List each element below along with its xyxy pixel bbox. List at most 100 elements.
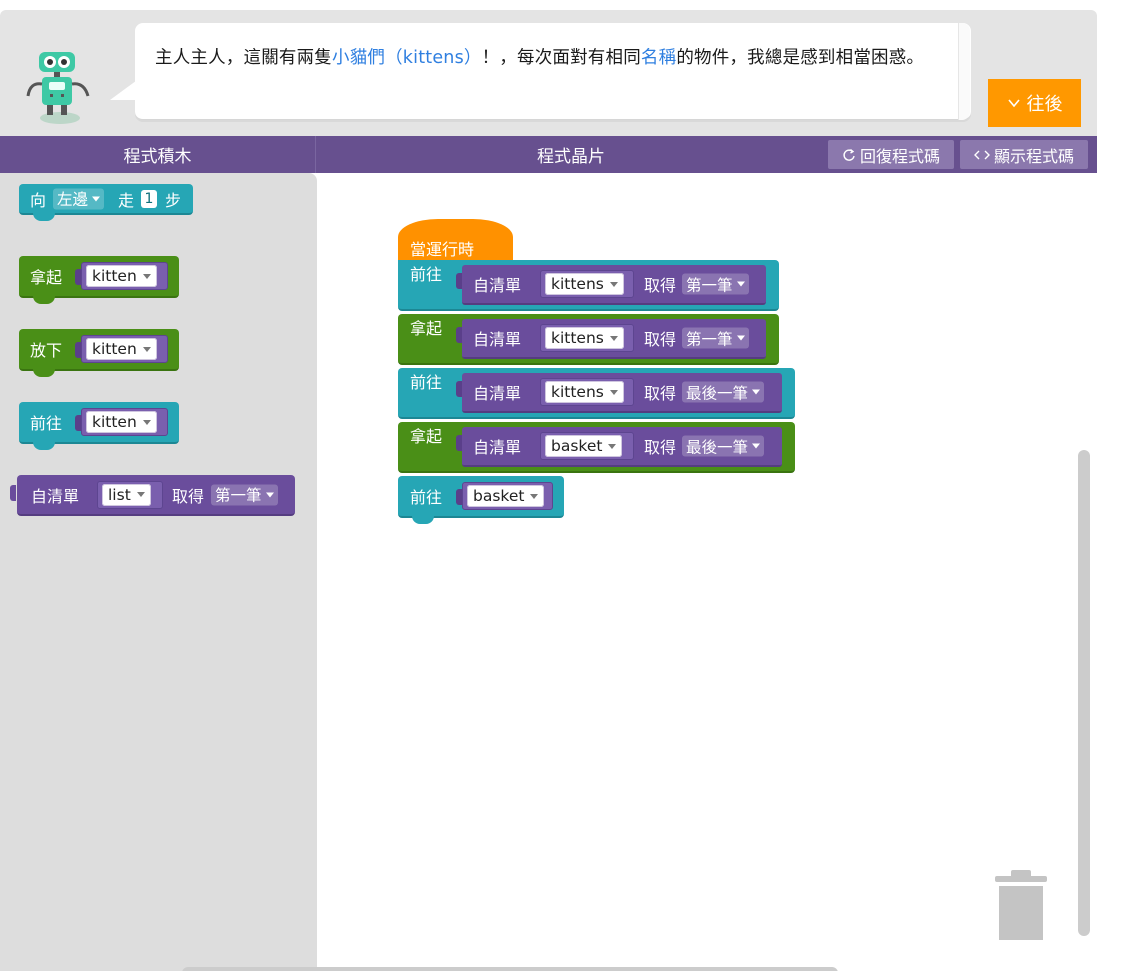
program-step-pickup[interactable]: 拿起 自清單 basket 取得 最後一筆: [398, 422, 795, 473]
list-get-label: 取得: [644, 330, 677, 349]
list-get-label: 取得: [644, 276, 677, 295]
block-connector: [33, 442, 55, 450]
putdown-label: 放下: [30, 341, 63, 360]
variable-slot: kitten: [81, 408, 168, 436]
variable-slot: kittens: [540, 324, 634, 352]
list-value: basket: [551, 437, 603, 455]
list-from-label: 自清單: [473, 330, 522, 349]
workspace-horizontal-scrollbar[interactable]: [182, 967, 838, 971]
show-code-label: 顯示程式碼: [993, 146, 1074, 166]
list-from-label: 自清單: [473, 438, 522, 457]
dropdown-arrow-icon: [265, 492, 274, 497]
position-dropdown[interactable]: 第一筆: [211, 484, 278, 505]
program-step-pickup[interactable]: 拿起 自清單 kittens 取得 第一筆: [398, 314, 779, 365]
list-get-expression[interactable]: 自清單 kittens 取得 第一筆: [462, 265, 766, 305]
variable-slot: kitten: [81, 335, 168, 363]
variable-slot: basket: [462, 482, 553, 510]
dropdown-arrow-icon: [609, 335, 618, 341]
step-action: 前往: [410, 264, 443, 284]
program-step-goto[interactable]: 前往 basket: [398, 476, 564, 524]
list-value: kittens: [551, 329, 604, 347]
step-action: 前往: [410, 488, 443, 507]
list-from-label: 自清單: [473, 276, 522, 295]
dropdown-arrow-icon: [142, 419, 151, 425]
position-dropdown[interactable]: 最後一筆: [682, 381, 765, 403]
item-dropdown[interactable]: basket: [467, 485, 545, 507]
move-prefix: 向: [30, 190, 47, 210]
position-value: 最後一筆: [686, 384, 749, 402]
reset-icon: [843, 148, 855, 161]
list-dropdown[interactable]: kittens: [545, 327, 624, 349]
move-verb: 走: [118, 190, 135, 210]
program-step-goto[interactable]: 前往 自清單 kittens 取得 第一筆: [398, 260, 779, 311]
workspace-vertical-scrollbar[interactable]: [1078, 450, 1090, 936]
step-action: 拿起: [410, 318, 443, 338]
dropdown-arrow-icon: [530, 493, 539, 499]
show-code-button[interactable]: 顯示程式碼: [960, 140, 1088, 169]
message-highlight: 小貓們（kittens）: [332, 48, 482, 68]
list-get-expression[interactable]: 自清單 kittens 取得 第一筆: [462, 319, 766, 359]
dropdown-arrow-icon: [608, 443, 617, 449]
message-part: 的物件，我總是感到相當困惑。: [676, 48, 925, 68]
variable-slot: list: [97, 480, 163, 509]
app-window: 主人主人，這關有兩隻小貓們（kittens）！，每次面對有相同名稱的物件，我總是…: [0, 10, 1097, 971]
toolbox-goto-block[interactable]: 前往 kitten: [19, 402, 179, 450]
reset-code-label: 回復程式碼: [859, 146, 940, 166]
toolbox-list-block[interactable]: 自清單 list 取得 第一筆: [10, 475, 295, 516]
trash-icon[interactable]: [993, 870, 1049, 942]
list-get-expression[interactable]: 自清單 kittens 取得 最後一筆: [462, 373, 782, 413]
message-highlight: 名稱: [640, 48, 677, 68]
step-action: 前往: [410, 372, 443, 392]
item-value: kitten: [92, 267, 137, 285]
variable-slot: basket: [540, 432, 634, 460]
message-part: ！，每次面對有相同: [481, 48, 641, 68]
list-dropdown[interactable]: list: [102, 483, 151, 506]
bubble-scrollbar[interactable]: [958, 23, 970, 120]
next-button[interactable]: 往後: [988, 79, 1081, 127]
editor-tab-bar: 程式積木 程式晶片 回復程式碼 顯示程式碼: [0, 136, 1097, 173]
toolbox-move-block[interactable]: 向 左邊 走 1 步: [19, 184, 193, 221]
position-dropdown[interactable]: 第一筆: [682, 327, 749, 349]
dropdown-arrow-icon: [752, 443, 761, 449]
dropdown-arrow-icon: [736, 281, 745, 287]
list-value: kittens: [551, 275, 604, 293]
item-value: basket: [473, 487, 525, 505]
chevron-down-icon: [1007, 99, 1020, 108]
program-step-goto[interactable]: 前往 自清單 kittens 取得 最後一筆: [398, 368, 795, 419]
header: 主人主人，這關有兩隻小貓們（kittens）！，每次面對有相同名稱的物件，我總是…: [0, 10, 1097, 136]
list-dropdown[interactable]: kittens: [545, 273, 624, 295]
dropdown-arrow-icon: [609, 389, 618, 395]
output-plug: [10, 485, 16, 501]
direction-value: 左邊: [57, 190, 89, 209]
list-get-label: 取得: [172, 486, 205, 506]
item-dropdown[interactable]: kitten: [86, 411, 157, 433]
reset-code-button[interactable]: 回復程式碼: [828, 140, 954, 169]
dropdown-arrow-icon: [142, 346, 151, 352]
list-value: list: [108, 485, 131, 504]
position-value: 第一筆: [686, 276, 733, 294]
list-value: kittens: [551, 383, 604, 401]
item-dropdown[interactable]: kitten: [86, 338, 157, 360]
tab-workspace: 程式晶片: [537, 147, 605, 167]
dropdown-arrow-icon: [752, 389, 761, 395]
dropdown-arrow-icon: [736, 335, 745, 341]
block-connector: [33, 296, 55, 304]
block-connector: [33, 213, 55, 221]
list-get-label: 取得: [644, 438, 677, 457]
toolbox-pickup-block[interactable]: 拿起 kitten: [19, 256, 179, 304]
position-dropdown[interactable]: 第一筆: [682, 273, 749, 295]
item-value: kitten: [92, 340, 137, 358]
direction-dropdown[interactable]: 左邊: [53, 188, 105, 209]
toolbox-putdown-block[interactable]: 放下 kitten: [19, 329, 179, 377]
dropdown-arrow-icon: [609, 281, 618, 287]
position-dropdown[interactable]: 最後一筆: [682, 435, 765, 457]
list-get-expression[interactable]: 自清單 basket 取得 最後一筆: [462, 427, 782, 467]
dropdown-arrow-icon: [92, 196, 101, 201]
steps-input[interactable]: 1: [141, 189, 157, 208]
item-dropdown[interactable]: kitten: [86, 265, 157, 287]
variable-slot: kitten: [81, 262, 168, 290]
workspace[interactable]: 當運行時 前往 自清單 kittens 取得 第一筆 拿起 自清單 kitten…: [317, 173, 1097, 971]
list-dropdown[interactable]: basket: [545, 435, 623, 457]
code-icon: [973, 150, 990, 159]
list-dropdown[interactable]: kittens: [545, 381, 624, 403]
